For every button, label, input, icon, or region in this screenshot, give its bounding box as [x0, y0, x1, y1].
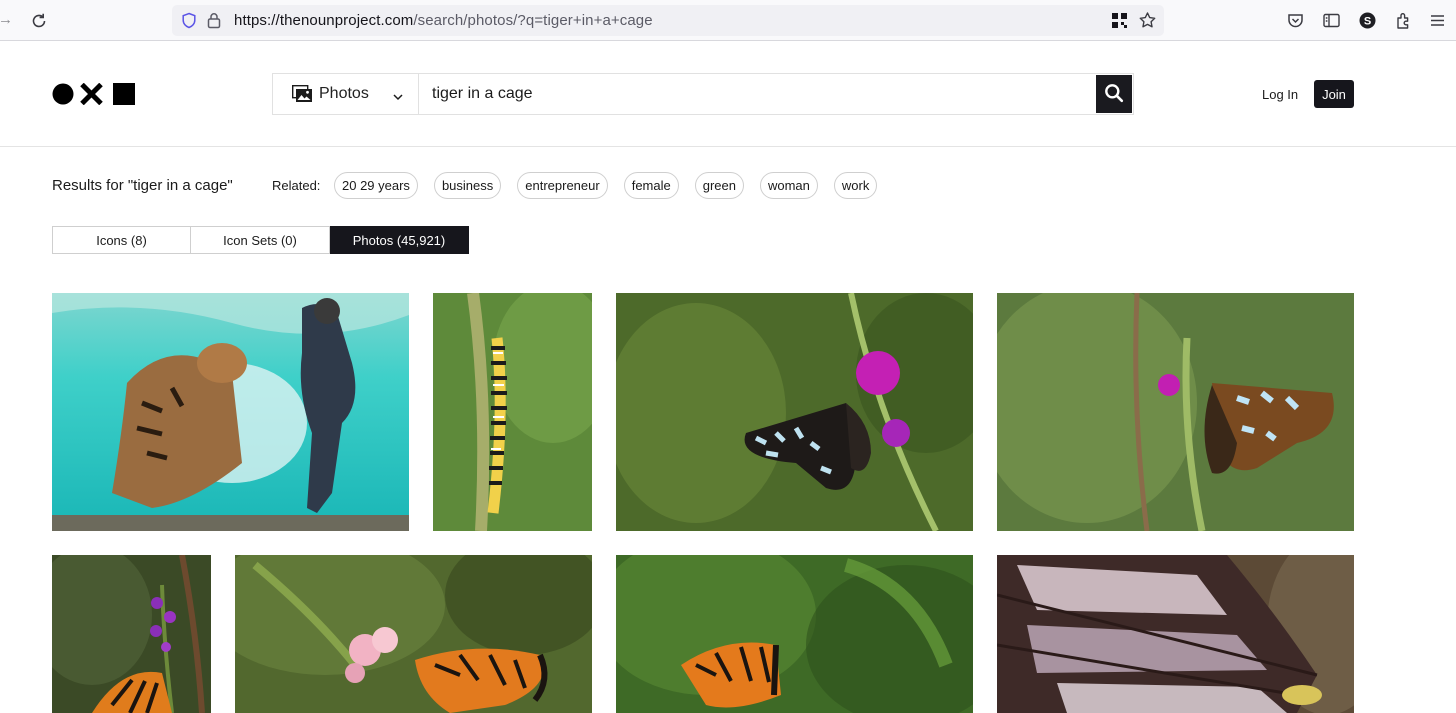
url-host: https://thenounproject.com: [234, 12, 414, 29]
tracking-shield-icon[interactable]: [181, 12, 197, 29]
related-tag[interactable]: woman: [759, 172, 818, 199]
search-icon: [1104, 83, 1124, 106]
svg-text:S: S: [1363, 15, 1370, 27]
pocket-icon[interactable]: [1286, 11, 1304, 29]
photo-result-butterfly-green[interactable]: [997, 293, 1354, 531]
photo-result-tiger-pool[interactable]: [52, 293, 409, 531]
photo-result-caterpillar[interactable]: [433, 293, 592, 531]
photo-result-monarch-pink-flowers[interactable]: [235, 555, 592, 713]
result-type-tabs: Icons (8) Icon Sets (0) Photos (45,921): [52, 226, 470, 254]
noun-project-logo-icon[interactable]: [52, 82, 136, 106]
login-link[interactable]: Log In: [1262, 87, 1298, 102]
related-tags: 20 29 years business entrepreneur female…: [334, 172, 878, 199]
address-bar[interactable]: https://thenounproject.com/search/photos…: [172, 5, 1164, 36]
related-tag[interactable]: 20 29 years: [334, 172, 418, 199]
reader-view-icon[interactable]: [1322, 11, 1340, 29]
related-label: Related:: [272, 178, 321, 193]
url-path: /search/photos/?q=tiger+in+a+cage: [413, 12, 653, 29]
related-tag[interactable]: female: [623, 172, 679, 199]
photo-result-butterfly-closeup[interactable]: [997, 555, 1354, 713]
tab-photos[interactable]: Photos (45,921): [330, 226, 469, 254]
related-tag[interactable]: business: [433, 172, 502, 199]
search-type-dropdown[interactable]: Photos: [273, 74, 419, 114]
account-avatar-icon[interactable]: S: [1358, 11, 1376, 29]
forward-arrow-icon[interactable]: →: [0, 12, 14, 28]
menu-icon[interactable]: [1428, 11, 1446, 29]
photo-icon: [291, 84, 313, 103]
photo-result-monarch-stem[interactable]: [52, 555, 211, 713]
join-button[interactable]: Join: [1314, 80, 1354, 108]
browser-toolbar: → https://thenounproject.com/search/phot…: [0, 0, 1456, 41]
tab-icons[interactable]: Icons (8): [52, 226, 191, 254]
photo-result-monarch-leaves[interactable]: [616, 555, 973, 713]
site-header: Photos Log In Join: [0, 41, 1456, 147]
related-tag[interactable]: entrepreneur: [517, 172, 608, 199]
lock-icon[interactable]: [207, 12, 221, 29]
tab-icon-sets[interactable]: Icon Sets (0): [191, 226, 330, 254]
related-tag[interactable]: work: [833, 172, 878, 199]
search-button[interactable]: [1096, 75, 1132, 113]
extensions-icon[interactable]: [1394, 11, 1412, 29]
reload-icon[interactable]: [28, 10, 50, 32]
related-tag[interactable]: green: [694, 172, 744, 199]
photo-result-butterfly-purple-flower[interactable]: [616, 293, 973, 531]
search-type-label: Photos: [319, 85, 369, 102]
chevron-down-icon: [392, 89, 404, 101]
search-form: Photos: [272, 73, 1134, 115]
results-title: Results for "tiger in a cage": [52, 177, 233, 194]
search-input[interactable]: [420, 74, 1096, 114]
qr-code-icon[interactable]: [1112, 13, 1127, 28]
url-text[interactable]: https://thenounproject.com/search/photos…: [234, 12, 653, 29]
bookmark-star-icon[interactable]: [1138, 11, 1157, 30]
